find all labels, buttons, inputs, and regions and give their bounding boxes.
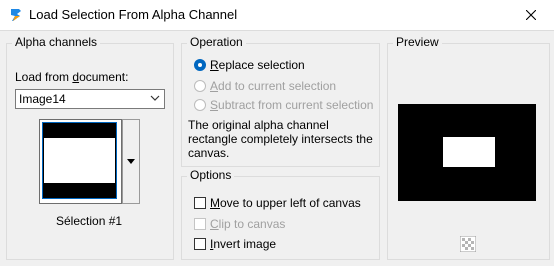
radio-button-checked[interactable] [194, 59, 206, 71]
thumbnail-dropdown-button[interactable] [122, 119, 140, 204]
radio-button[interactable] [194, 80, 206, 92]
subtract-from-selection-label: Subtract from current selection [210, 98, 374, 112]
alpha-channels-title: Alpha channels [12, 35, 101, 49]
checkerboard-icon[interactable] [460, 236, 476, 252]
replace-selection-label: Replace selection [210, 58, 305, 72]
load-from-document-label: Load from document: [15, 70, 129, 84]
window-title: Load Selection From Alpha Channel [29, 7, 238, 22]
checkbox[interactable] [194, 197, 206, 209]
add-to-selection-radio[interactable]: Add to current selection [194, 79, 336, 93]
operation-group: Operation Replace selection Add to curre… [181, 35, 380, 167]
alpha-channel-thumbnail[interactable] [39, 119, 122, 204]
close-icon [526, 10, 536, 20]
document-dropdown-value: Image14 [19, 92, 66, 106]
preview-image [398, 104, 536, 201]
subtract-from-selection-radio[interactable]: Subtract from current selection [194, 98, 373, 112]
preview-group: Preview [387, 35, 550, 260]
clip-to-canvas-label: Clip to canvas [210, 217, 286, 231]
checkbox[interactable] [194, 218, 206, 230]
radio-button[interactable] [194, 99, 206, 111]
preview-title: Preview [393, 35, 442, 49]
close-button[interactable] [508, 0, 554, 30]
options-group: Options Move to upper left of canvas Cli… [181, 168, 380, 260]
triangle-down-icon [127, 159, 135, 164]
options-title: Options [187, 168, 235, 182]
checkbox[interactable] [194, 238, 206, 250]
title-bar: Load Selection From Alpha Channel [0, 0, 554, 31]
operation-title: Operation [187, 35, 246, 49]
chevron-down-icon [150, 95, 160, 101]
thumbnail-image [42, 122, 117, 199]
move-to-upper-left-checkbox[interactable]: Move to upper left of canvas [194, 196, 361, 210]
alpha-channels-group: Alpha channels Load from document: Image… [6, 35, 174, 260]
selection-name: Sélection #1 [56, 214, 123, 228]
invert-image-label: Invert image [210, 237, 277, 251]
clip-to-canvas-checkbox[interactable]: Clip to canvas [194, 217, 285, 231]
preview-selection [443, 137, 495, 167]
replace-selection-radio[interactable]: Replace selection [194, 58, 305, 72]
invert-image-checkbox[interactable]: Invert image [194, 237, 276, 251]
thumbnail-selection [44, 138, 115, 183]
add-to-selection-label: Add to current selection [210, 79, 337, 93]
app-icon [11, 9, 21, 21]
move-to-upper-left-label: Move to upper left of canvas [210, 196, 361, 210]
document-dropdown[interactable]: Image14 [15, 89, 165, 109]
operation-info-text: The original alpha channel rectangle com… [188, 118, 373, 160]
